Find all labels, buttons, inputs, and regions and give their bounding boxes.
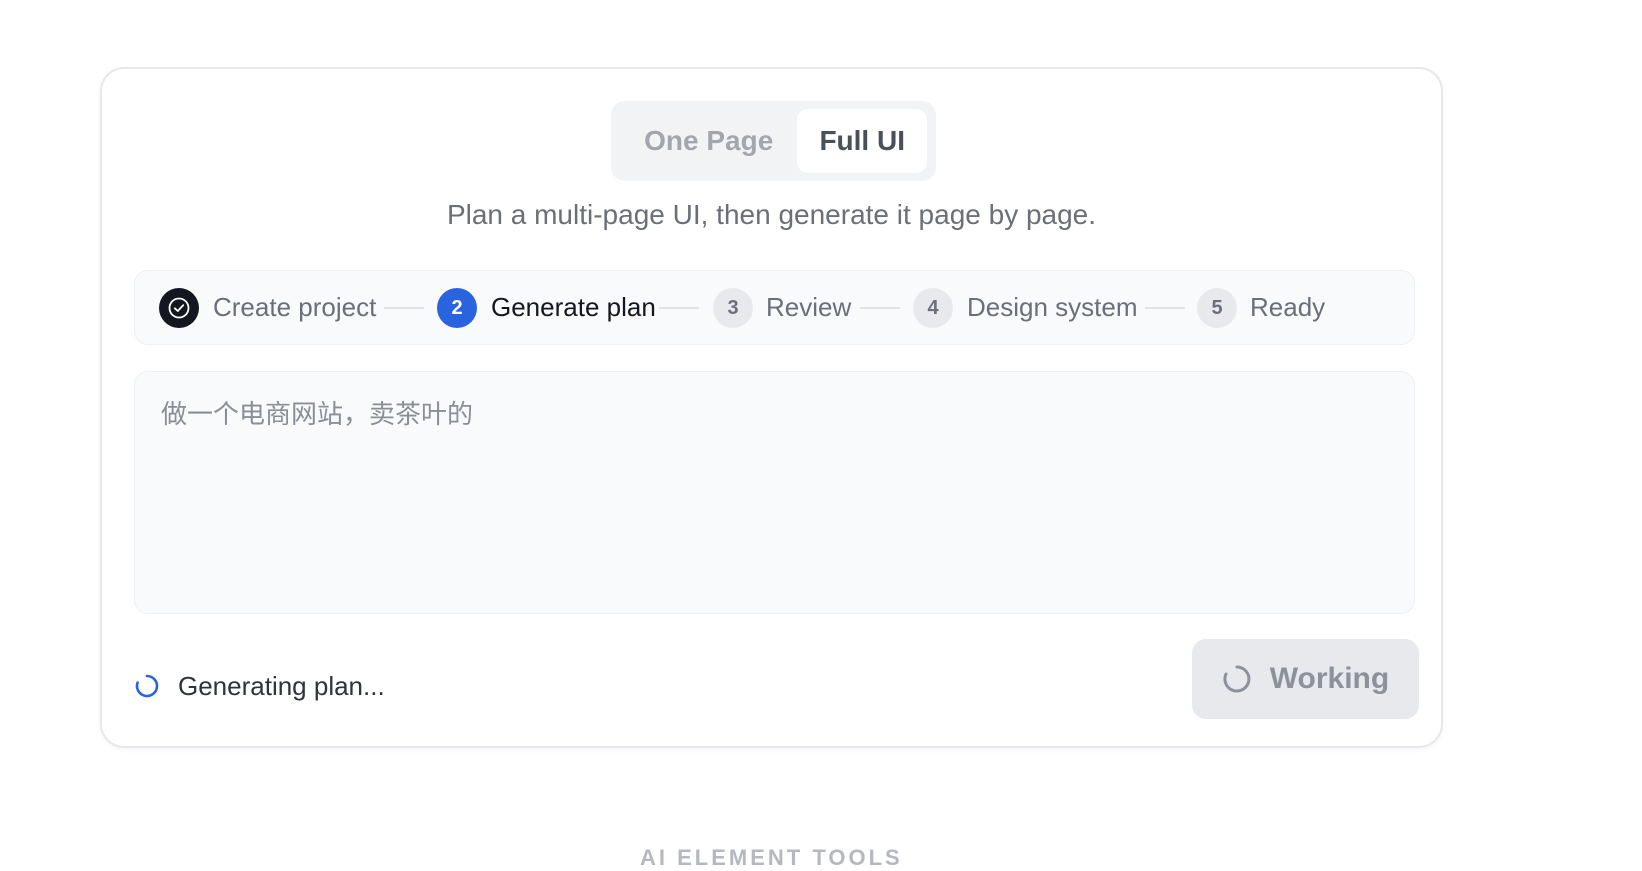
step-label-review: Review [766, 292, 852, 322]
step-connector [384, 307, 424, 309]
progress-stepper: Create project 2 Generate plan 3 Review … [134, 270, 1415, 345]
page-subtitle: Plan a multi-page UI, then generate it p… [446, 199, 1097, 230]
spinner-icon [135, 674, 159, 698]
mode-full-ui-button[interactable]: Full UI [797, 109, 927, 173]
step-connector [860, 307, 900, 309]
prompt-input[interactable]: 做一个电商网站，卖茶叶的 [134, 371, 1415, 614]
mode-one-page-button[interactable]: One Page [620, 109, 797, 173]
step-number-ready: 5 [1197, 288, 1237, 328]
step-label-design-system: Design system [967, 292, 1138, 322]
check-icon [168, 297, 190, 319]
step-number-design-system: 4 [913, 288, 953, 328]
full-ui-card: One Page Full UI Plan a multi-page UI, t… [100, 67, 1443, 748]
step-connector [1145, 307, 1185, 309]
status-text: Generating plan... [178, 670, 385, 701]
mode-toggle: One Page Full UI [611, 101, 936, 181]
check-circle-icon [159, 288, 199, 328]
step-number-review: 3 [713, 288, 753, 328]
step-label-create-project: Create project [213, 292, 377, 322]
step-number-generate-plan: 2 [437, 288, 477, 328]
generation-status: Generating plan... [134, 666, 385, 706]
step-label-ready: Ready [1250, 292, 1326, 322]
step-connector [659, 307, 699, 309]
spinner-icon [1223, 665, 1251, 693]
section-heading: AI ELEMENT TOOLS [640, 845, 903, 870]
step-label-generate-plan: Generate plan [491, 292, 656, 322]
working-button[interactable]: Working [1192, 639, 1419, 719]
working-button-label: Working [1269, 662, 1390, 695]
